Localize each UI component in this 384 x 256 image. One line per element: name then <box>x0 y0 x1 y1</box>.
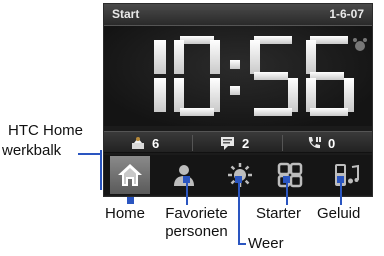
alarm-clock-icon <box>353 38 367 51</box>
sound-icon <box>335 164 359 186</box>
sound-callout-marker <box>337 176 344 183</box>
clock-display[interactable] <box>104 26 372 126</box>
digit-minute-tens <box>250 36 298 116</box>
favorites-callout-line <box>186 183 188 205</box>
people-icon <box>174 165 194 186</box>
digit-hour-ones <box>174 36 220 116</box>
tab-sound[interactable] <box>326 156 366 194</box>
weather-callout-line <box>238 183 240 243</box>
missed-call-icon <box>132 137 144 149</box>
favorites-callout-marker <box>183 176 190 183</box>
clock-digits <box>154 36 367 116</box>
sound-callout-line <box>340 183 342 205</box>
voicemail-icon <box>308 137 321 149</box>
home-label: Home <box>105 205 146 222</box>
toolbar-callout-line1: HTC Home <box>8 122 84 139</box>
starter-callout-marker <box>283 176 290 183</box>
home-icon <box>118 164 142 186</box>
tab-home[interactable] <box>110 156 150 194</box>
voicemail-count: 0 <box>328 135 336 151</box>
toolbar-callout-line2: werkbalk <box>2 142 62 159</box>
status-divider <box>282 135 283 151</box>
sound-label: Geluid <box>317 205 361 222</box>
digit-hour-tens <box>154 40 166 112</box>
htc-home-screen: Start 1-6-07 6 2 0 <box>103 3 373 197</box>
weather-label: Weer <box>248 235 284 252</box>
messages-status[interactable]: 2 <box>220 132 249 154</box>
screen-date: 1-6-07 <box>329 7 364 21</box>
missed-calls-count: 6 <box>152 135 160 151</box>
weather-callout-elbow <box>238 243 246 245</box>
digit-minute-ones <box>306 36 354 116</box>
tab-launcher[interactable] <box>270 156 310 194</box>
messages-count: 2 <box>242 135 250 151</box>
clock-colon <box>230 60 240 95</box>
favorites-label: Favoriete personen <box>165 205 228 240</box>
missed-calls-status[interactable]: 6 <box>130 132 159 154</box>
voicemail-status[interactable]: 0 <box>306 132 335 154</box>
starter-label: Starter <box>256 205 302 222</box>
toolbar-callout-label-line2: werkbalk <box>2 142 61 160</box>
status-divider <box>192 135 193 151</box>
toolbar-callout-bracket <box>100 150 102 190</box>
home-callout-marker <box>127 197 134 204</box>
toolbar-callout-label: HTC Home <box>8 122 83 140</box>
weather-icon <box>228 163 252 187</box>
toolbar-callout-line <box>78 153 100 155</box>
launcher-icon <box>277 162 303 188</box>
status-bar: 6 2 0 <box>104 131 372 153</box>
starter-callout-line <box>286 183 288 205</box>
weather-callout-marker <box>235 176 242 183</box>
title-bar: Start 1-6-07 <box>104 4 372 26</box>
screen-title: Start <box>112 7 140 21</box>
message-icon <box>221 137 234 150</box>
tab-weather[interactable] <box>220 156 260 194</box>
tab-favorite-people[interactable] <box>164 156 204 194</box>
